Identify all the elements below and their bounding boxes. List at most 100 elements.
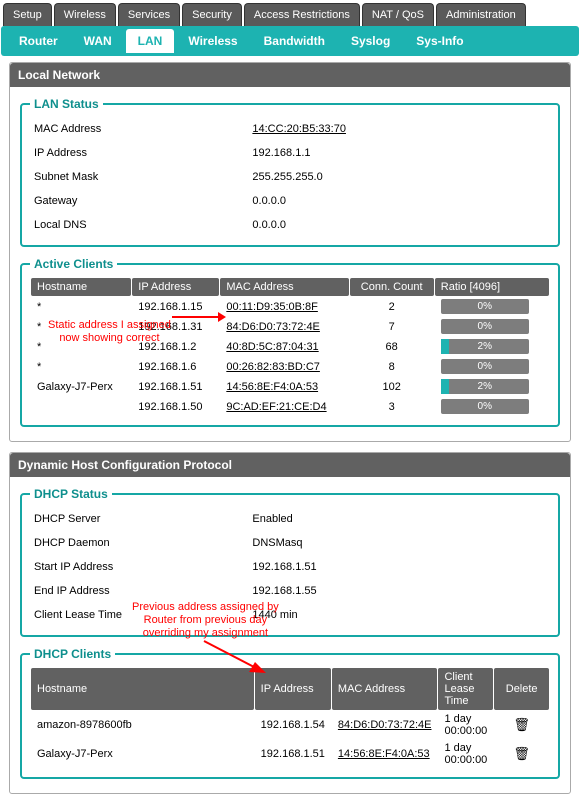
col-header: Client Lease Time	[438, 668, 493, 710]
field-label: DHCP Server	[30, 507, 248, 531]
mac-link[interactable]: 14:CC:20:B5:33:70	[252, 123, 346, 135]
local-network-section: Local Network LAN Status MAC Address 14:C…	[9, 62, 571, 442]
cell-conn: 2	[350, 297, 434, 316]
cell-conn: 3	[350, 397, 434, 416]
delete-icon[interactable]: 🗑	[513, 717, 530, 732]
cell-hostname: *	[31, 297, 131, 316]
dhcp-status-group: DHCP Status DHCP ServerEnabledDHCP Daemo…	[20, 487, 560, 637]
mac-link[interactable]: 84:D6:D0:73:72:4E	[226, 321, 320, 333]
main-tab-setup[interactable]: Setup	[3, 3, 52, 26]
cell-conn: 7	[350, 317, 434, 336]
field-label: Gateway	[30, 189, 248, 213]
mac-link[interactable]: 9C:AD:EF:21:CE:D4	[226, 401, 326, 413]
cell-mac: 40:8D:5C:87:04:31	[220, 337, 348, 356]
ratio-bar: 0%	[441, 359, 529, 374]
mac-link[interactable]: 00:26:82:83:BD:C7	[226, 361, 320, 373]
cell-mac: 9C:AD:EF:21:CE:D4	[220, 397, 348, 416]
main-tab-administration[interactable]: Administration	[436, 3, 526, 26]
sub-tab-sys-info[interactable]: Sys-Info	[404, 29, 475, 53]
field-value: Enabled	[248, 507, 550, 531]
cell-hostname	[31, 397, 131, 416]
cell-ip: 192.168.1.51	[132, 377, 219, 396]
main-tab-security[interactable]: Security	[182, 3, 242, 26]
field-value: 0.0.0.0	[248, 189, 550, 213]
cell-conn: 8	[350, 357, 434, 376]
local-network-header: Local Network	[10, 63, 570, 87]
mac-link[interactable]: 84:D6:D0:73:72:4E	[338, 719, 432, 731]
main-tab-services[interactable]: Services	[118, 3, 180, 26]
cell-ratio: 0%	[435, 317, 549, 336]
sub-tab-wireless[interactable]: Wireless	[176, 29, 249, 53]
dhcp-clients-table: HostnameIP AddressMAC AddressClient Leas…	[30, 667, 550, 769]
main-tab-wireless[interactable]: Wireless	[54, 3, 116, 26]
field-label: IP Address	[30, 141, 248, 165]
table-row: *192.168.1.600:26:82:83:BD:C780%	[31, 357, 549, 376]
cell-mac: 00:11:D9:35:0B:8F	[220, 297, 348, 316]
table-row: *192.168.1.31 84:D6:D0:73:72:4E 70%	[31, 317, 549, 336]
field-value: 0.0.0.0	[248, 213, 550, 237]
active-clients-legend: Active Clients	[30, 257, 117, 271]
cell-ip: 192.168.1.54	[255, 711, 331, 739]
cell-ip: 192.168.1.15	[132, 297, 219, 316]
table-row: Galaxy-J7-Perx192.168.1.51 14:56:8E:F4:0A…	[31, 377, 549, 396]
sub-tab-syslog[interactable]: Syslog	[339, 29, 402, 53]
ratio-bar: 2%	[441, 379, 529, 394]
cell-mac: 84:D6:D0:73:72:4E	[220, 317, 348, 336]
field-value: DNSMasq	[248, 531, 550, 555]
cell-lease: 1 day 00:00:00	[438, 740, 493, 768]
table-row: amazon-8978600fb192.168.1.5484:D6:D0:73:…	[31, 711, 549, 739]
table-row: 192.168.1.50 9C:AD:EF:21:CE:D4 30%	[31, 397, 549, 416]
cell-mac: 14:56:8E:F4:0A:53	[220, 377, 348, 396]
col-header: Ratio [4096]	[435, 278, 549, 296]
sub-tab-lan[interactable]: LAN	[126, 29, 175, 53]
delete-icon[interactable]: 🗑	[513, 746, 530, 761]
main-tab-nat-qos[interactable]: NAT / QoS	[362, 3, 434, 26]
mac-link[interactable]: 40:8D:5C:87:04:31	[226, 341, 318, 353]
sub-tab-router[interactable]: Router	[7, 29, 70, 53]
sub-tab-bandwidth[interactable]: Bandwidth	[252, 29, 337, 53]
cell-conn: 102	[350, 377, 434, 396]
cell-mac: 14:56:8E:F4:0A:53	[332, 740, 438, 768]
cell-delete: 🗑	[494, 711, 549, 739]
cell-ratio: 2%	[435, 377, 549, 396]
field-label: DHCP Daemon	[30, 531, 248, 555]
cell-ratio: 2%	[435, 337, 549, 356]
dhcp-status-legend: DHCP Status	[30, 487, 112, 501]
table-row: *192.168.1.2 40:8D:5C:87:04:31 682%	[31, 337, 549, 356]
active-clients-group: Active Clients HostnameIP AddressMAC Add…	[20, 257, 560, 427]
field-label: Subnet Mask	[30, 165, 248, 189]
dhcp-clients-legend: DHCP Clients	[30, 647, 115, 661]
main-tab-access-restrictions[interactable]: Access Restrictions	[244, 3, 360, 26]
lan-status-legend: LAN Status	[30, 97, 103, 111]
cell-ip: 192.168.1.50	[132, 397, 219, 416]
mac-link[interactable]: 00:11:D9:35:0B:8F	[226, 301, 318, 313]
cell-conn: 68	[350, 337, 434, 356]
sub-tab-row: RouterWANLANWirelessBandwidthSyslogSys-I…	[1, 26, 579, 56]
field-label: Client Lease Time	[30, 603, 248, 627]
lan-status-table: MAC Address 14:CC:20:B5:33:70 IP Address19…	[30, 117, 550, 237]
mac-link[interactable]: 14:56:8E:F4:0A:53	[226, 381, 318, 393]
field-label: MAC Address	[30, 117, 248, 141]
ratio-bar: 0%	[441, 299, 529, 314]
cell-ratio: 0%	[435, 397, 549, 416]
dhcp-header: Dynamic Host Configuration Protocol	[10, 453, 570, 477]
cell-lease: 1 day 00:00:00	[438, 711, 493, 739]
cell-hostname: *	[31, 337, 131, 356]
cell-ip: 192.168.1.2	[132, 337, 219, 356]
field-value: 1440 min	[248, 603, 550, 627]
cell-hostname: Galaxy-J7-Perx	[31, 740, 254, 768]
col-header: IP Address	[255, 668, 331, 710]
cell-hostname: Galaxy-J7-Perx	[31, 377, 131, 396]
dhcp-clients-group: DHCP Clients HostnameIP AddressMAC Addre…	[20, 647, 560, 779]
field-label: Local DNS	[30, 213, 248, 237]
cell-ip: 192.168.1.31	[132, 317, 219, 336]
col-header: MAC Address	[220, 278, 348, 296]
cell-hostname: *	[31, 317, 131, 336]
sub-tab-wan[interactable]: WAN	[72, 29, 124, 53]
cell-mac: 00:26:82:83:BD:C7	[220, 357, 348, 376]
field-value: 192.168.1.1	[248, 141, 550, 165]
cell-ip: 192.168.1.51	[255, 740, 331, 768]
field-value: 255.255.255.0	[248, 165, 550, 189]
col-header: Conn. Count	[350, 278, 434, 296]
field-label: Start IP Address	[30, 555, 248, 579]
